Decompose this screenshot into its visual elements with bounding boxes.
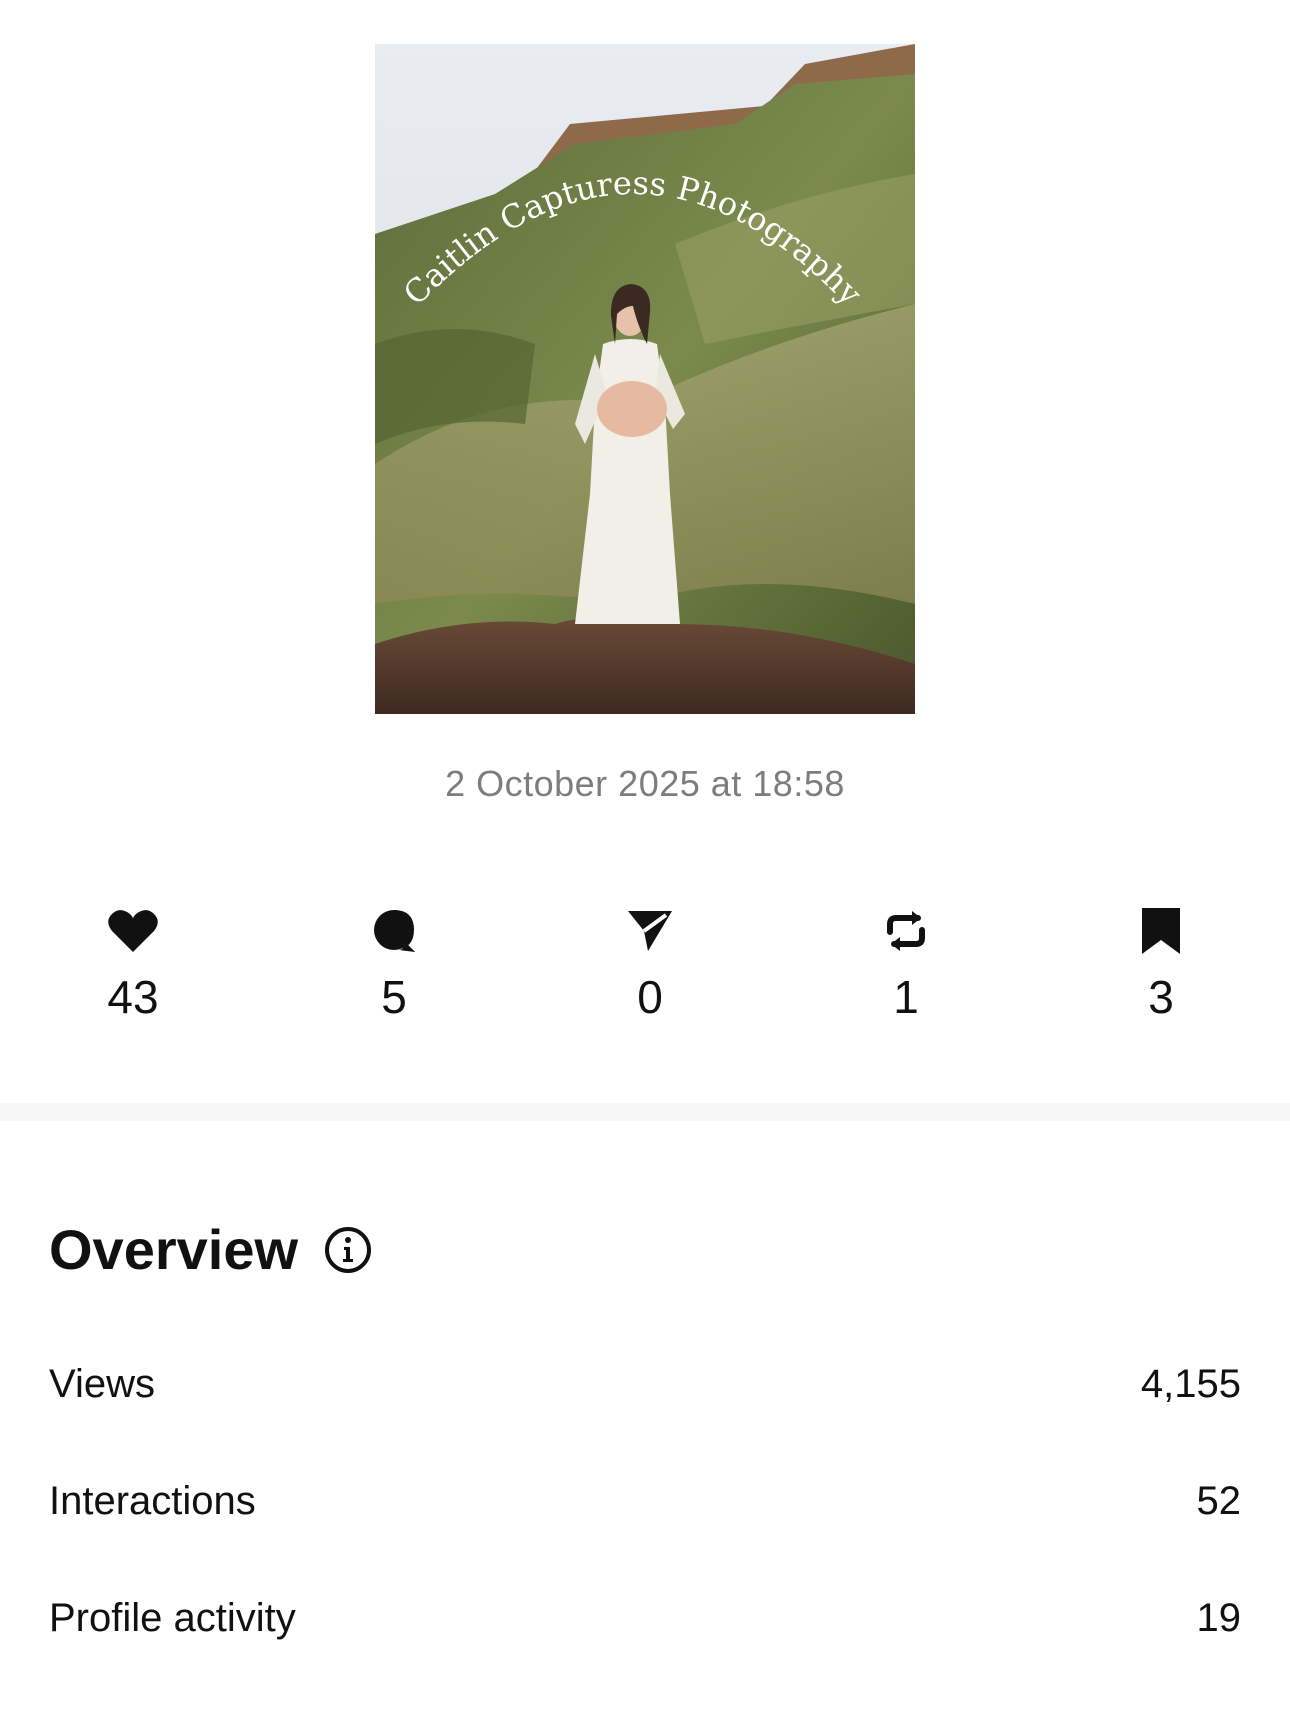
- stat-comments[interactable]: 5: [314, 905, 474, 1023]
- stat-reposts[interactable]: 1: [826, 905, 986, 1023]
- overview-header: Overview: [49, 1218, 372, 1282]
- post-image[interactable]: Caitlin Capturess Photography: [375, 44, 915, 714]
- metric-label: Views: [49, 1361, 155, 1406]
- metric-row-interactions[interactable]: Interactions 52: [49, 1476, 1241, 1526]
- stat-shares[interactable]: 0: [570, 905, 730, 1023]
- info-icon[interactable]: [324, 1226, 372, 1274]
- metric-value: 4,155: [1140, 1361, 1241, 1406]
- shares-count: 0: [637, 971, 663, 1023]
- section-divider: [0, 1103, 1290, 1121]
- metric-label: Interactions: [49, 1478, 256, 1523]
- bookmark-icon: [1081, 905, 1241, 957]
- metric-value: 52: [1196, 1478, 1242, 1523]
- stat-likes[interactable]: 43: [53, 905, 213, 1023]
- repost-icon: [826, 905, 986, 957]
- metric-value: 19: [1196, 1595, 1242, 1640]
- overview-title: Overview: [49, 1218, 299, 1281]
- post-timestamp: 2 October 2025 at 18:58: [445, 763, 845, 804]
- saves-count: 3: [1148, 971, 1174, 1023]
- reposts-count: 1: [893, 971, 919, 1023]
- comment-icon: [314, 905, 474, 957]
- likes-count: 43: [107, 971, 159, 1023]
- metric-row-profile-activity[interactable]: Profile activity 19: [49, 1593, 1241, 1643]
- comments-count: 5: [381, 971, 407, 1023]
- engagement-stats: 43 5 0 1 3: [0, 905, 1290, 1025]
- share-icon: [570, 905, 730, 957]
- stat-saves[interactable]: 3: [1081, 905, 1241, 1023]
- heart-icon: [53, 905, 213, 957]
- metric-row-views[interactable]: Views 4,155: [49, 1359, 1241, 1409]
- metric-label: Profile activity: [49, 1595, 296, 1640]
- post-photo-illustration: Caitlin Capturess Photography: [375, 44, 915, 714]
